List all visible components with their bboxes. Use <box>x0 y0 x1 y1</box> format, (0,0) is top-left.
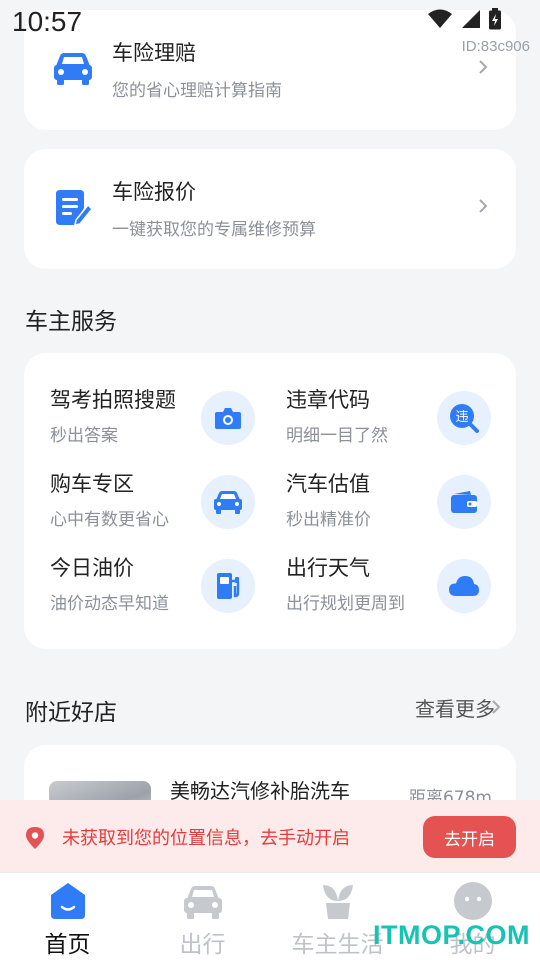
profile-icon <box>454 882 492 920</box>
service-name: 出行天气 <box>286 556 370 580</box>
service-desc: 出行规划更周到 <box>286 594 405 614</box>
tab-label: 首页 <box>44 932 91 958</box>
insurance-quote-card[interactable]: 车险报价 一键获取您的专属维修预算 <box>24 149 516 269</box>
service-name: 汽车估值 <box>286 472 370 496</box>
services-card: 驾考拍照搜题 秒出答案 违章代码 明细一目了然 违 购车专区 心中有数更省心 汽… <box>24 353 516 649</box>
tab-label: 出行 <box>179 932 226 958</box>
nearby-section-title: 附近好店 <box>25 700 117 726</box>
location-pin-icon <box>26 827 44 849</box>
violation-icon-glyph: 违 <box>455 410 468 425</box>
service-violation-code[interactable]: 违章代码 明细一目了然 违 <box>260 353 506 446</box>
insurance-quote-desc: 一键获取您的专属维修预算 <box>112 220 316 240</box>
enable-location-button[interactable]: 去开启 <box>423 816 516 858</box>
insurance-quote-title: 车险报价 <box>112 180 196 204</box>
wifi-icon <box>428 9 452 28</box>
car-icon <box>54 53 92 85</box>
service-name: 违章代码 <box>286 388 370 412</box>
cloud-icon <box>437 559 491 613</box>
location-banner-text: 未获取到您的位置信息，去手动开启 <box>62 828 350 849</box>
tab-home[interactable]: 首页 <box>0 873 135 960</box>
service-name: 购车专区 <box>50 472 134 496</box>
view-more-link[interactable]: 查看更多 <box>415 693 495 722</box>
chevron-right-icon <box>479 60 488 74</box>
app-id-label: ID:83c906 <box>461 38 530 55</box>
chevron-right-icon[interactable] <box>490 699 502 715</box>
service-exam-photo-search[interactable]: 驾考拍照搜题 秒出答案 <box>24 353 270 446</box>
watermark-logo: ITMOP.COM <box>372 920 530 950</box>
status-time: 10:57 <box>12 6 83 37</box>
chevron-right-icon <box>479 199 488 213</box>
service-desc: 油价动态早知道 <box>50 594 169 614</box>
home-icon <box>51 883 85 919</box>
service-travel-weather[interactable]: 出行天气 出行规划更周到 <box>260 521 506 614</box>
services-section-title: 车主服务 <box>25 309 117 335</box>
fuel-pump-icon <box>201 559 255 613</box>
service-name: 驾考拍照搜题 <box>50 388 176 412</box>
service-oil-price[interactable]: 今日油价 油价动态早知道 <box>24 521 270 614</box>
document-edit-icon <box>56 190 94 226</box>
status-icons <box>428 8 502 30</box>
car-icon <box>184 886 222 919</box>
insurance-claim-desc: 您的省心理赔计算指南 <box>112 81 282 101</box>
signal-icon <box>462 10 480 28</box>
service-car-valuation[interactable]: 汽车估值 秒出精准价 <box>260 437 506 530</box>
service-name: 今日油价 <box>50 556 134 580</box>
battery-icon <box>489 8 501 30</box>
location-banner: 未获取到您的位置信息，去手动开启 去开启 <box>0 800 540 872</box>
sprout-icon <box>323 885 353 919</box>
service-car-purchase[interactable]: 购车专区 心中有数更省心 <box>24 437 270 530</box>
status-bar: 10:57 ID:83c906 <box>0 0 540 55</box>
screen: 10:57 ID:83c906 车险理赔 您的省心理赔计算指南 车险报价 一键获… <box>0 0 540 960</box>
tab-travel[interactable]: 出行 <box>135 873 270 960</box>
